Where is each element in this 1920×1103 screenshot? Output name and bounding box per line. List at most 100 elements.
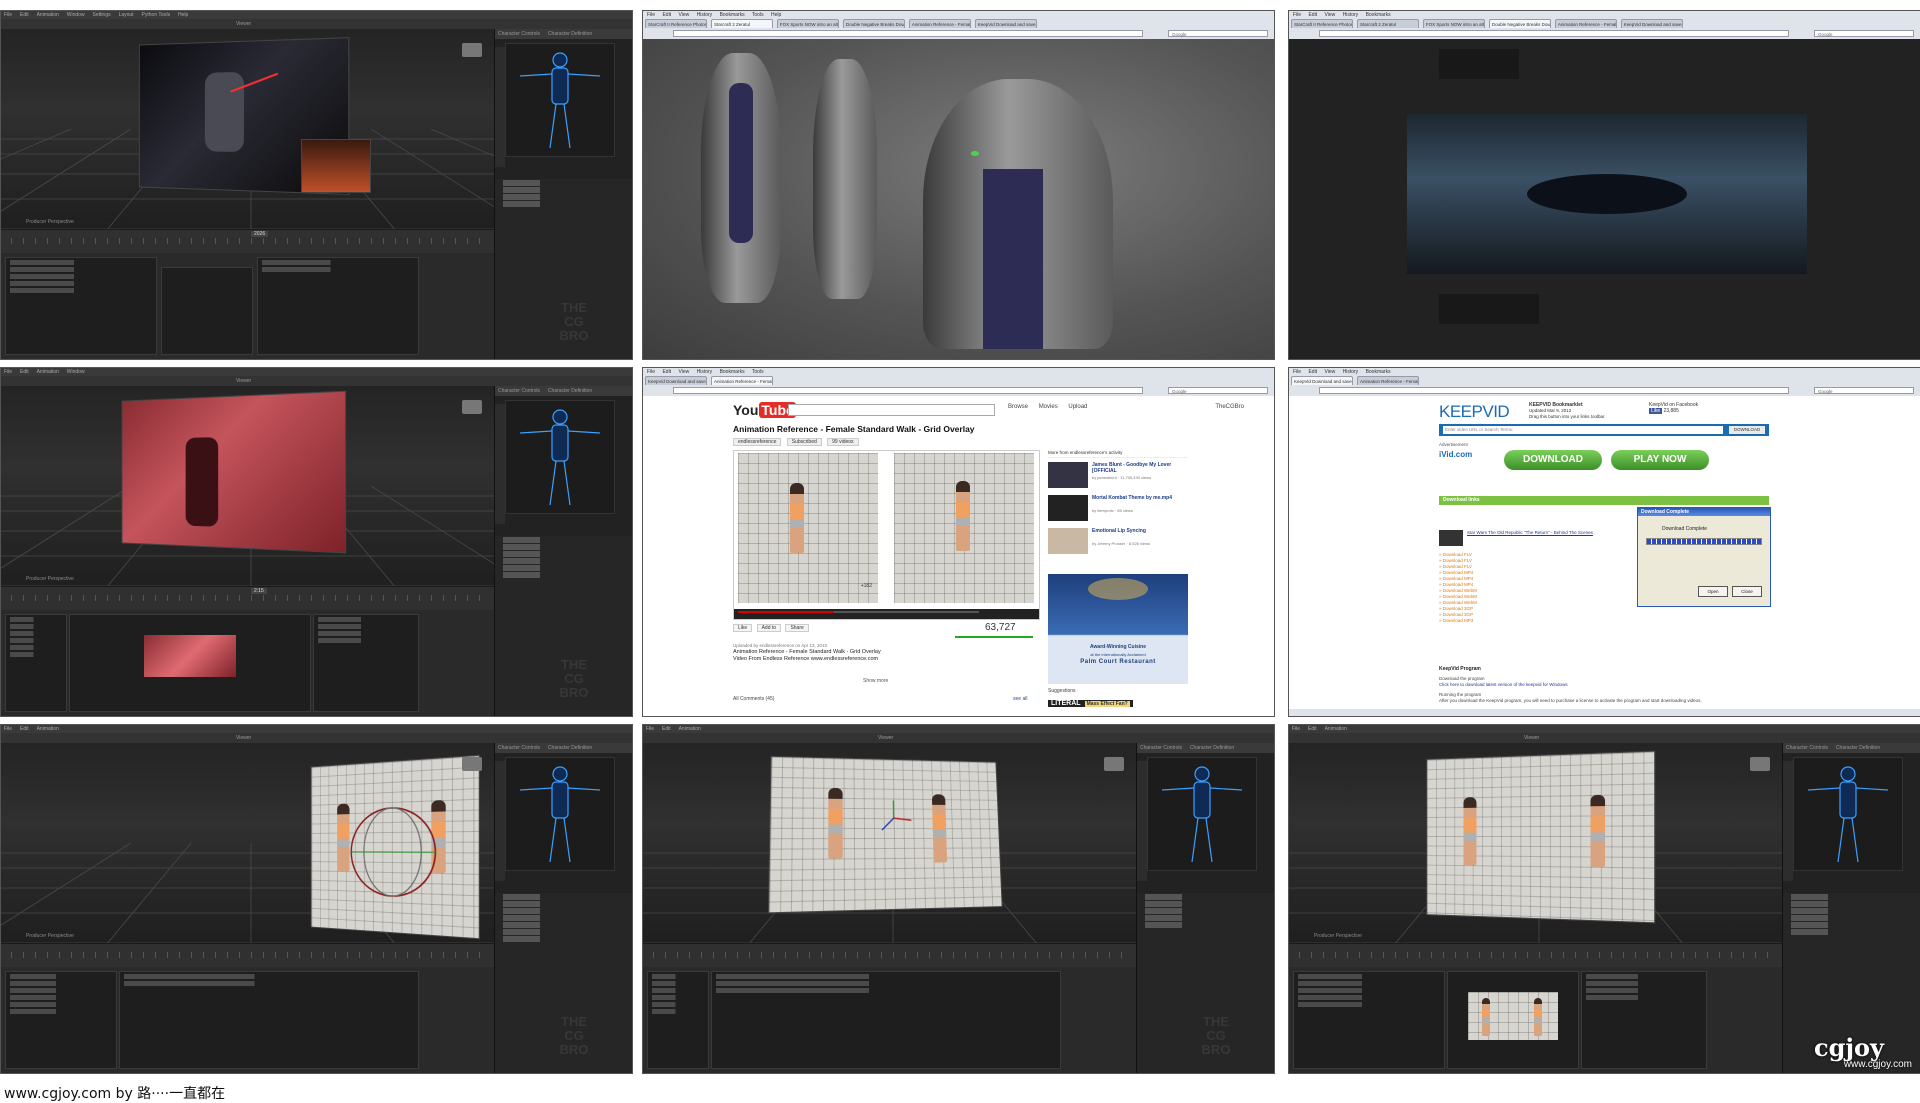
move-gizmo-icon[interactable] [874,798,914,838]
menu-animation[interactable]: Animation [679,725,701,733]
menu-file[interactable]: File [4,725,12,733]
browser-tab[interactable]: Animation Reference - Femal... [1357,376,1419,385]
3d-viewport[interactable]: Producer Perspective [1,386,494,586]
menu-animation[interactable]: Animation [37,11,59,19]
character-rig-view[interactable] [505,43,615,157]
list-panel[interactable] [161,267,253,355]
fb-like-button[interactable]: Like [1649,408,1662,414]
view-cube-icon[interactable] [1750,757,1770,771]
3d-viewport[interactable] [643,743,1136,943]
properties-panel[interactable] [313,614,419,712]
browser-tab[interactable]: FOX Sports NOW intro an alte... [1423,19,1485,28]
browser-tab[interactable]: KeepVid Download and save... [1291,376,1353,385]
related-video[interactable]: James Blunt - Goodbye My Lover [OFFICIAL… [1048,462,1188,491]
related-title[interactable]: Emotional Lip Syncing [1092,528,1188,534]
nav-browse[interactable]: Browse [1008,404,1028,410]
browser-tab[interactable]: Double Negative Breaks Dow... [1489,19,1551,28]
browser-menu-file[interactable]: File [1293,12,1301,18]
channel-name[interactable]: endlessreference [733,438,781,446]
scene-browser[interactable] [1293,971,1445,1069]
timeline-ruler[interactable] [11,595,484,601]
browser-tab[interactable]: StarCraft II Reference Photos [645,19,707,28]
menu-window[interactable]: Window [67,11,85,19]
scene-browser[interactable] [5,614,67,712]
browser-tab[interactable]: KeepVid Download and save... [1621,19,1683,28]
reference-plane[interactable] [1426,751,1655,924]
browser-tab[interactable]: Animation Reference - Femal... [909,19,971,28]
tab-character-controls[interactable]: Character Controls [1786,743,1828,753]
player-controls[interactable] [734,609,1039,619]
search-box[interactable]: Google [1168,387,1268,394]
reference-plane[interactable] [311,755,480,940]
browser-menu-view[interactable]: View [678,369,689,375]
timeline-ruler[interactable] [11,952,484,958]
tab-character-definition[interactable]: Character Definition [548,743,592,753]
timeline[interactable]: 2:15 [1,586,494,611]
video-player[interactable]: +182 [733,450,1040,620]
nav-movies[interactable]: Movies [1039,404,1058,410]
browser-menu-help[interactable]: Help [771,12,781,18]
browser-menu-edit[interactable]: Edit [1308,12,1317,18]
rotate-gizmo-icon[interactable] [346,800,442,904]
view-cube-icon[interactable] [462,43,482,57]
browser-menu-edit[interactable]: Edit [662,369,671,375]
3d-viewport[interactable]: Producer Perspective [1,29,494,229]
character-rig-view[interactable] [1147,757,1257,871]
video-url-input[interactable]: Enter video URL or Search Terms: [1443,426,1723,434]
timeline[interactable] [1289,943,1782,968]
menu-edit[interactable]: Edit [20,11,29,19]
menu-file[interactable]: File [4,368,12,376]
browser-menu-bookmarks[interactable]: Bookmarks [720,12,745,18]
character-rig-view[interactable] [505,757,615,871]
timeline[interactable] [1,943,494,968]
browser-tab[interactable]: Animation Reference - Femal... [711,376,773,385]
show-more-link[interactable]: Show more [863,678,888,684]
scene-browser[interactable] [5,971,117,1069]
url-bar[interactable] [1319,30,1789,37]
view-cube-icon[interactable] [462,400,482,414]
video-plane[interactable] [122,391,347,554]
menu-animation[interactable]: Animation [37,725,59,733]
character-rig-view[interactable] [1793,757,1903,871]
search-box[interactable]: Google [1168,30,1268,37]
menu-python[interactable]: Python Tools [142,11,171,19]
tab-character-definition[interactable]: Character Definition [1190,743,1234,753]
tab-character-controls[interactable]: Character Controls [498,386,540,396]
properties-panel[interactable] [119,971,419,1069]
search-box[interactable]: Google [1814,387,1914,394]
timeline-ruler[interactable] [653,952,1126,958]
browser-tab[interactable]: KeepVid Download and save... [975,19,1037,28]
browser-tab[interactable]: KeepVid Download and save... [645,376,707,385]
3d-viewport[interactable]: Producer Perspective [1,743,494,943]
big-download-button[interactable]: DOWNLOAD [1504,450,1602,470]
add-to-button[interactable]: Add to [757,624,781,632]
view-cube-icon[interactable] [1104,757,1124,771]
progress-bar[interactable] [738,611,979,613]
tab-character-controls[interactable]: Character Controls [498,743,540,753]
video-preview-panel[interactable] [1447,971,1579,1069]
search-box[interactable]: Google [1814,30,1914,37]
menu-animation[interactable]: Animation [1325,725,1347,733]
dialog-open-button[interactable]: Open [1698,586,1728,597]
browser-menu-edit[interactable]: Edit [662,12,671,18]
menu-help[interactable]: Help [178,11,188,19]
result-title[interactable]: Star Wars The Old Republic "The Return" … [1467,530,1593,546]
youtube-search-input[interactable] [788,404,995,416]
literal-banner[interactable]: LITERALMass Effect Fan? [1048,700,1133,707]
browser-menu-bookmarks[interactable]: Bookmarks [1366,12,1391,18]
menu-layout[interactable]: Layout [119,11,134,19]
browser-menu-history[interactable]: History [697,369,713,375]
sidebar-ad[interactable]: Award-Winning Cuisine at the Internation… [1048,574,1188,684]
nav-upload[interactable]: Upload [1068,404,1087,410]
browser-tab[interactable]: FOX Sports NOW intro an alte... [777,19,839,28]
timeline-ruler[interactable] [11,238,484,244]
3d-viewport[interactable]: Producer Perspective [1289,743,1782,943]
browser-menu-view[interactable]: View [678,12,689,18]
timeline[interactable]: 2026 [1,229,494,254]
menu-file[interactable]: File [646,725,654,733]
browser-menu-view[interactable]: View [1324,369,1335,375]
browser-tab[interactable]: StarCraft II Reference Photos [1291,19,1353,28]
character-rig-view[interactable] [505,400,615,514]
video-player[interactable] [1407,114,1807,274]
ivid-logo[interactable]: iVid.com [1439,450,1472,459]
